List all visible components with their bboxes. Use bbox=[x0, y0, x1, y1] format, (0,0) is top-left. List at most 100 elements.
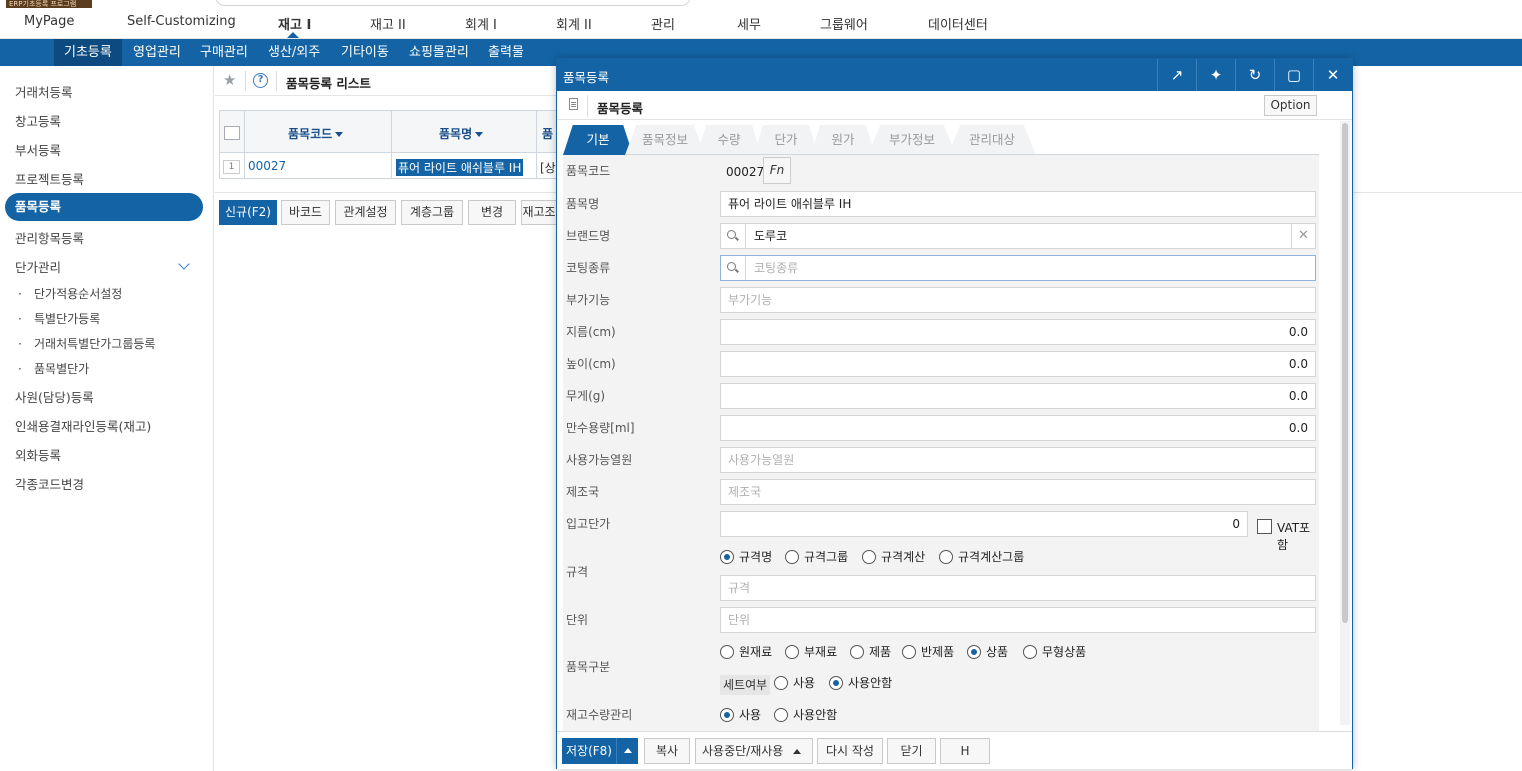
tab-management-target[interactable]: 관리대상 bbox=[948, 125, 1036, 155]
cell-product-name[interactable]: 퓨어 라이트 애쉬블루 IH bbox=[396, 159, 524, 176]
tab-additional-info[interactable]: 부가정보 bbox=[868, 125, 956, 155]
column-header-extra[interactable]: 품 bbox=[542, 125, 553, 142]
unit-input[interactable]: 단위 bbox=[720, 607, 1316, 633]
maximize-icon[interactable]: ▢ bbox=[1274, 59, 1313, 91]
stock-adjust-button[interactable]: 재고조 bbox=[521, 200, 557, 225]
country-input[interactable]: 제조국 bbox=[720, 479, 1316, 505]
subtab-basic-registration[interactable]: 기초등록 bbox=[54, 39, 122, 66]
sidebar-item-price-management[interactable]: 단가관리 bbox=[15, 257, 61, 276]
subtab-other-moves[interactable]: 기타이동 bbox=[331, 39, 399, 66]
tab-inventory-2[interactable]: 재고 II bbox=[370, 14, 406, 33]
type-radio-intangible[interactable]: 무형상품 bbox=[1023, 643, 1086, 660]
weight-input[interactable]: 0.0 bbox=[720, 383, 1316, 409]
diameter-input[interactable]: 0.0 bbox=[720, 319, 1316, 345]
chevron-down-icon[interactable] bbox=[178, 258, 190, 270]
scrollbar-thumb[interactable] bbox=[1342, 123, 1348, 623]
sidebar-item-warehouse[interactable]: 창고등록 bbox=[15, 111, 61, 130]
type-radio-raw[interactable]: 원재료 bbox=[720, 643, 772, 660]
tab-mypage[interactable]: MyPage bbox=[24, 14, 74, 29]
sidebar-subitem[interactable]: · 거래처특별단가그룹등록 bbox=[18, 335, 155, 352]
product-name-input[interactable]: 퓨어 라이트 애쉬블루 IH bbox=[720, 191, 1316, 217]
sidebar-item-customer[interactable]: 거래처등록 bbox=[15, 82, 73, 101]
scrollbar[interactable] bbox=[1340, 121, 1350, 725]
tab-accounting-2[interactable]: 회계 II bbox=[556, 14, 592, 33]
sidebar-subitem[interactable]: · 특별단가등록 bbox=[18, 310, 100, 327]
star-icon[interactable]: ★ bbox=[223, 71, 236, 89]
sidebar-item-code-change[interactable]: 각종코드변경 bbox=[15, 474, 84, 493]
tab-tax[interactable]: 세무 bbox=[737, 14, 761, 33]
pin-icon[interactable]: ✦ bbox=[1196, 59, 1235, 91]
relation-settings-button[interactable]: 관계설정 bbox=[335, 200, 396, 225]
type-radio-goods[interactable]: 상품 bbox=[967, 643, 1008, 660]
extra-function-input[interactable]: 부가기능 bbox=[720, 287, 1316, 313]
sidebar-item-product[interactable]: 품목등록 bbox=[5, 193, 203, 221]
tab-management[interactable]: 관리 bbox=[651, 14, 675, 33]
change-button[interactable]: 변경 bbox=[468, 200, 516, 225]
fn-button[interactable]: Fn bbox=[763, 157, 791, 184]
sidebar-subitem[interactable]: · 품목별단가 bbox=[18, 360, 89, 377]
refresh-icon[interactable]: ↻ bbox=[1235, 59, 1274, 91]
search-icon[interactable] bbox=[721, 224, 746, 248]
tab-inventory-1[interactable]: 재고 I bbox=[278, 14, 311, 33]
coating-input[interactable]: 코팅종류 bbox=[720, 255, 1316, 281]
sidebar-item-department[interactable]: 부서등록 bbox=[15, 140, 61, 159]
subtab-sales[interactable]: 영업관리 bbox=[123, 39, 191, 66]
tab-cost[interactable]: 원가 bbox=[811, 125, 875, 155]
option-button[interactable]: Option bbox=[1264, 95, 1317, 116]
cell-extra[interactable]: [상 bbox=[540, 159, 556, 176]
sidebar-item-employee[interactable]: 사원(담당)등록 bbox=[15, 387, 94, 406]
copy-button[interactable]: 복사 bbox=[644, 738, 690, 764]
type-radio-product[interactable]: 제품 bbox=[850, 643, 891, 660]
subtab-print[interactable]: 출력물 bbox=[478, 39, 534, 66]
spec-radio-name[interactable]: 규격명 bbox=[720, 548, 772, 565]
spec-radio-calc-group[interactable]: 규격계산그룹 bbox=[939, 548, 1024, 565]
sidebar-item-management-item[interactable]: 관리항목등록 bbox=[15, 228, 84, 247]
barcode-button[interactable]: 바코드 bbox=[281, 200, 330, 225]
popout-icon[interactable]: ↗ bbox=[1157, 59, 1196, 91]
help-button[interactable]: H bbox=[940, 738, 990, 764]
suspend-reuse-button[interactable]: 사용중단/재사용 bbox=[695, 738, 813, 764]
tab-self-customizing[interactable]: Self-Customizing bbox=[127, 14, 236, 29]
close-icon[interactable]: ✕ bbox=[1313, 59, 1352, 91]
cell-product-code[interactable]: 00027 bbox=[248, 159, 286, 173]
search-icon[interactable] bbox=[721, 256, 746, 280]
save-options-button[interactable] bbox=[616, 738, 638, 764]
type-radio-sub[interactable]: 부재료 bbox=[785, 643, 837, 660]
clear-icon[interactable]: ✕ bbox=[1291, 224, 1315, 248]
type-radio-semi[interactable]: 반제품 bbox=[902, 643, 954, 660]
spec-radio-calc[interactable]: 규격계산 bbox=[862, 548, 925, 565]
set-radio-nouse[interactable]: 사용안함 bbox=[829, 674, 892, 691]
new-button[interactable]: 신규(F2) bbox=[219, 200, 277, 225]
close-button[interactable]: 닫기 bbox=[887, 738, 936, 764]
global-search-input[interactable] bbox=[215, 0, 691, 6]
select-all-checkbox[interactable] bbox=[224, 126, 240, 140]
sidebar-subitem[interactable]: · 단가적용순서설정 bbox=[18, 285, 122, 302]
column-header-name[interactable]: 품목명 bbox=[439, 125, 484, 142]
heat-source-input[interactable]: 사용가능열원 bbox=[720, 447, 1316, 473]
set-radio-use[interactable]: 사용 bbox=[774, 674, 815, 691]
capacity-input[interactable]: 0.0 bbox=[720, 415, 1316, 441]
spec-radio-group[interactable]: 규격그룹 bbox=[785, 548, 848, 565]
tab-groupware[interactable]: 그룹웨어 bbox=[820, 14, 868, 33]
tab-accounting-1[interactable]: 회계 I bbox=[465, 14, 497, 33]
tab-basic[interactable]: 기본 bbox=[563, 125, 633, 155]
rewrite-button[interactable]: 다시 작성 bbox=[817, 738, 883, 764]
height-input[interactable]: 0.0 bbox=[720, 351, 1316, 377]
help-icon[interactable]: ? bbox=[253, 73, 268, 88]
spec-input[interactable]: 규격 bbox=[720, 575, 1316, 601]
tab-quantity[interactable]: 수량 bbox=[697, 125, 761, 155]
brand-input[interactable]: 도루코 ✕ bbox=[720, 223, 1316, 249]
subtab-purchase[interactable]: 구매관리 bbox=[190, 39, 258, 66]
vat-checkbox[interactable] bbox=[1257, 519, 1272, 534]
sidebar-item-approval-line[interactable]: 인쇄용결재라인등록(재고) bbox=[15, 416, 151, 435]
stock-radio-use[interactable]: 사용 bbox=[720, 706, 761, 723]
stock-radio-nouse[interactable]: 사용안함 bbox=[774, 706, 837, 723]
tab-unit-price[interactable]: 단가 bbox=[754, 125, 818, 155]
subtab-shopping-mall[interactable]: 쇼핑몰관리 bbox=[399, 39, 479, 66]
hierarchy-group-button[interactable]: 계층그룹 bbox=[401, 200, 463, 225]
save-button[interactable]: 저장(F8) bbox=[562, 738, 616, 764]
subtab-production[interactable]: 생산/외주 bbox=[258, 39, 330, 66]
sidebar-item-currency[interactable]: 외화등록 bbox=[15, 445, 61, 464]
sidebar-item-project[interactable]: 프로젝트등록 bbox=[15, 169, 84, 188]
incoming-price-input[interactable]: 0 bbox=[720, 511, 1248, 537]
